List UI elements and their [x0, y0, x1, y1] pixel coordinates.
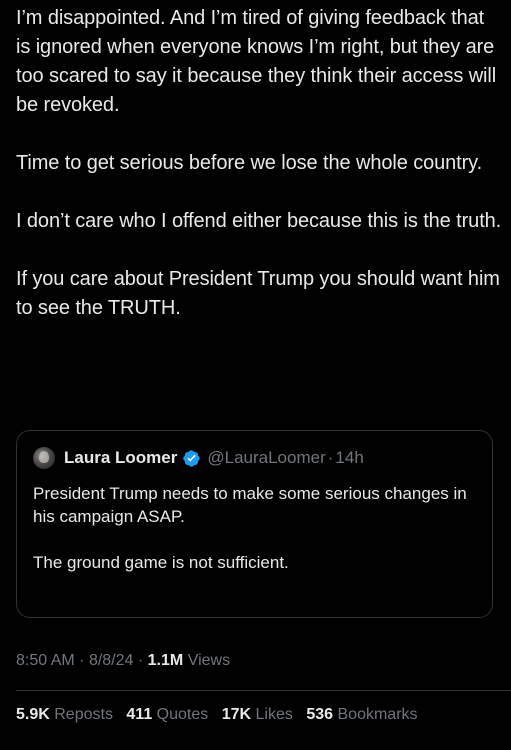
bookmarks-label: Bookmarks — [337, 706, 418, 723]
likes-count: 17K — [221, 706, 252, 723]
tweet-paragraph: Time to get serious before we lose the w… — [16, 152, 483, 174]
bookmarks-stat[interactable]: 536 Bookmarks — [306, 706, 417, 723]
avatar[interactable] — [33, 447, 55, 469]
tweet-meta: 8:50 AM · 8/8/24 · 1.1M Views — [16, 652, 230, 670]
quoted-author-handle[interactable]: @LauraLoomer — [207, 448, 325, 468]
reposts-stat[interactable]: 5.9K Reposts — [16, 706, 117, 723]
quoted-tweet-time[interactable]: 14h — [335, 448, 363, 468]
divider — [16, 690, 511, 691]
quoted-tweet-card[interactable]: Laura Loomer @LauraLoomer · 14h Presiden… — [16, 430, 493, 618]
separator: · — [79, 652, 85, 669]
likes-label: Likes — [255, 706, 293, 723]
tweet-date[interactable]: 8/8/24 — [89, 652, 133, 669]
quoted-tweet-header: Laura Loomer @LauraLoomer · 14h — [33, 447, 364, 469]
engagement-stats: 5.9K Reposts 411 Quotes 17K Likes 536 Bo… — [16, 706, 427, 724]
likes-stat[interactable]: 17K Likes — [222, 706, 298, 723]
quoted-author-name[interactable]: Laura Loomer — [64, 448, 177, 468]
quoted-paragraph: The ground game is not sufficient. — [33, 553, 289, 572]
reposts-label: Reposts — [54, 706, 113, 723]
quotes-stat[interactable]: 411 Quotes — [126, 706, 212, 723]
bookmarks-count: 536 — [306, 706, 334, 723]
quoted-tweet-text: President Trump needs to make some serio… — [33, 482, 473, 597]
reposts-count: 5.9K — [16, 706, 50, 723]
separator: · — [327, 448, 334, 467]
quotes-count: 411 — [126, 706, 153, 723]
tweet-text: I’m disappointed. And I’m tired of givin… — [16, 4, 502, 352]
tweet-paragraph: I don’t care who I offend either because… — [16, 210, 502, 232]
verified-badge-icon — [183, 449, 200, 467]
views-count: 1.1M — [147, 652, 184, 669]
tweet-time[interactable]: 8:50 AM — [16, 652, 75, 669]
tweet-paragraph: I’m disappointed. And I’m tired of givin… — [16, 7, 497, 116]
quoted-paragraph: President Trump needs to make some serio… — [33, 484, 467, 526]
quotes-label: Quotes — [156, 706, 209, 723]
separator: · — [137, 652, 144, 669]
tweet-paragraph: If you care about President Trump you sh… — [16, 268, 500, 319]
views-label: Views — [187, 652, 231, 669]
